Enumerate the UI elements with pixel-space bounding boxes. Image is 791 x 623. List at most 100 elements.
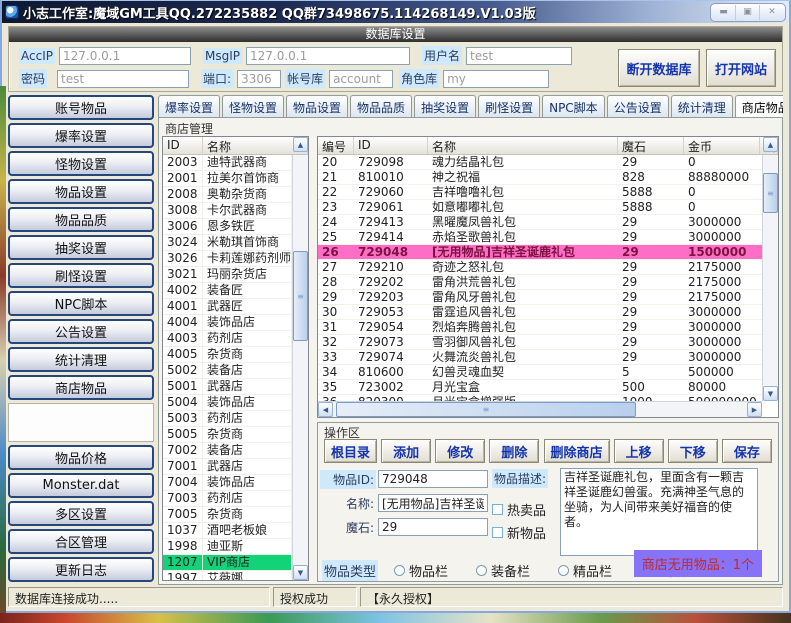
msgip-input[interactable] bbox=[246, 47, 410, 65]
scrollbar-thumb[interactable]: ≡ bbox=[293, 251, 308, 341]
scroll-down-icon[interactable]: ▼ bbox=[293, 565, 308, 580]
radio-option-1[interactable]: 物品栏 bbox=[394, 561, 448, 580]
table-row[interactable]: 5005杂货商 bbox=[163, 427, 292, 443]
account-db-input[interactable] bbox=[329, 70, 393, 88]
table-row[interactable]: 4005杂货商 bbox=[163, 347, 292, 363]
sidebar-item-2[interactable]: 爆率设置 bbox=[8, 123, 154, 148]
tab-7[interactable]: NPC脚本 bbox=[542, 95, 605, 117]
table-row[interactable]: 21810010神之祝福82888880000物品 bbox=[318, 170, 762, 185]
table-row[interactable]: 20729098魂力结晶礼包290物品 bbox=[318, 155, 762, 170]
password-input[interactable] bbox=[57, 70, 189, 88]
items-hscrollbar[interactable]: ◀ ≡ ▶ bbox=[318, 401, 762, 417]
op-button-5[interactable]: 删除商店 bbox=[544, 439, 610, 463]
scroll-up-icon[interactable]: ▲ bbox=[293, 137, 308, 152]
radio-icon[interactable] bbox=[394, 565, 405, 576]
tab-4[interactable]: 物品品质 bbox=[350, 95, 412, 117]
table-row[interactable]: 1997艾薇娜 bbox=[163, 571, 292, 580]
table-row[interactable]: 7004装饰品店 bbox=[163, 475, 292, 491]
tab-8[interactable]: 公告设置 bbox=[607, 95, 669, 117]
sidebar-item-10[interactable]: 统计清理 bbox=[8, 347, 154, 372]
radio-option-2[interactable]: 装备栏 bbox=[476, 561, 530, 580]
scrollbar-thumb[interactable]: ≡ bbox=[763, 173, 778, 213]
table-row[interactable]: 1037酒吧老板娘 bbox=[163, 523, 292, 539]
table-row[interactable]: 5001武器店 bbox=[163, 379, 292, 395]
table-row[interactable]: 29729203雷角风牙兽礼包292175000幻兽 bbox=[318, 290, 762, 305]
close-icon[interactable]: ✕ bbox=[760, 5, 784, 20]
table-row[interactable]: 24729413黑曜魔凤兽礼包293000000幻兽 bbox=[318, 215, 762, 230]
stone-input[interactable] bbox=[378, 518, 488, 536]
scroll-down-icon[interactable]: ▼ bbox=[763, 386, 778, 401]
item-id-input[interactable] bbox=[378, 470, 488, 488]
table-row[interactable]: 34810600幻兽灵魂血契5500000物品 bbox=[318, 365, 762, 380]
checkbox-icon[interactable] bbox=[492, 504, 503, 515]
sidebar-item-11[interactable]: 商店物品 bbox=[8, 375, 154, 400]
table-row[interactable]: 5004装饰品店 bbox=[163, 395, 292, 411]
radio-icon[interactable] bbox=[476, 565, 487, 576]
sidebar-item-7[interactable]: 刷怪设置 bbox=[8, 263, 154, 288]
maximize-icon[interactable]: ▣ bbox=[736, 5, 760, 20]
table-row[interactable]: 5002装备店 bbox=[163, 363, 292, 379]
sidebar-item-8[interactable]: NPC脚本 bbox=[8, 291, 154, 316]
new-item-checkbox[interactable]: 新物品 bbox=[492, 523, 560, 542]
checkbox-icon[interactable] bbox=[492, 527, 503, 538]
table-row[interactable]: 7001武器店 bbox=[163, 459, 292, 475]
table-row[interactable]: 2008奥勒杂货商 bbox=[163, 187, 292, 203]
table-row[interactable]: 35723002月光宝盒50080000物品 bbox=[318, 380, 762, 395]
table-row[interactable]: 3021玛丽杂货店 bbox=[163, 267, 292, 283]
op-button-6[interactable]: 上移 bbox=[614, 439, 664, 463]
sidebar-item-14[interactable]: 多区设置 bbox=[8, 501, 154, 526]
table-row[interactable]: 4002装备匠 bbox=[163, 283, 292, 299]
table-row[interactable]: 1207VIP商店 bbox=[163, 555, 292, 571]
tab-10[interactable]: 商店物品 bbox=[735, 95, 783, 117]
table-row[interactable]: 23729061如意嘟嘟礼包58880幻兽 bbox=[318, 200, 762, 215]
table-row[interactable]: 22729060吉祥噜噜礼包58880幻兽 bbox=[318, 185, 762, 200]
op-button-3[interactable]: 修改 bbox=[435, 439, 485, 463]
table-row[interactable]: 30729053雷霆追风兽礼包293000000幻兽 bbox=[318, 305, 762, 320]
minimize-icon[interactable]: ▬ bbox=[712, 5, 736, 20]
table-row[interactable]: 2003迪特武器商 bbox=[163, 155, 292, 171]
sidebar-item-12[interactable]: 物品价格 bbox=[8, 445, 154, 470]
table-row[interactable]: 7005杂货商 bbox=[163, 507, 292, 523]
op-button-1[interactable]: 根目录 bbox=[324, 439, 377, 463]
open-website-button[interactable]: 打开网站 bbox=[706, 49, 776, 87]
sidebar-item-1[interactable]: 账号物品 bbox=[8, 95, 154, 120]
shop-list-vscrollbar[interactable]: ▲ ≡ ▼ bbox=[292, 155, 308, 580]
table-row[interactable]: 7002装备店 bbox=[163, 443, 292, 459]
accip-input[interactable] bbox=[59, 47, 191, 65]
op-button-8[interactable]: 保存 bbox=[722, 439, 772, 463]
table-row[interactable]: 4001武器匠 bbox=[163, 299, 292, 315]
table-row[interactable]: 4003药剂店 bbox=[163, 331, 292, 347]
table-row[interactable]: 27729210奇迹之怒礼包292175000幻兽 bbox=[318, 260, 762, 275]
tab-2[interactable]: 怪物设置 bbox=[222, 95, 284, 117]
radio-icon[interactable] bbox=[558, 565, 569, 576]
sidebar-item-5[interactable]: 物品品质 bbox=[8, 207, 154, 232]
radio-option-3[interactable]: 精品栏 bbox=[558, 561, 612, 580]
scroll-left-icon[interactable]: ◀ bbox=[318, 402, 333, 417]
scrollbar-thumb[interactable]: ≡ bbox=[336, 402, 636, 417]
table-row[interactable]: 31729054烈焰奔腾兽礼包293000000幻兽 bbox=[318, 320, 762, 335]
sidebar-item-13[interactable]: Monster.dat bbox=[8, 473, 154, 498]
title-bar[interactable]: 小志工作室:魔域GM工具QQ.272235882 QQ群73498675.114… bbox=[2, 1, 789, 23]
disconnect-db-button[interactable]: 断开数据库 bbox=[618, 49, 700, 87]
op-button-4[interactable]: 删除 bbox=[489, 439, 539, 463]
table-row[interactable]: 32729073雪羽御风兽礼包293000000幻兽 bbox=[318, 335, 762, 350]
item-name-input[interactable] bbox=[378, 494, 488, 512]
scroll-right-icon[interactable]: ▶ bbox=[747, 402, 762, 417]
table-row[interactable]: 33729074火舞流炎兽礼包293000000幻兽 bbox=[318, 350, 762, 365]
table-row[interactable]: 3008卡尔武器商 bbox=[163, 203, 292, 219]
tab-1[interactable]: 爆率设置 bbox=[158, 95, 220, 117]
scroll-up-icon[interactable]: ▲ bbox=[763, 137, 778, 152]
table-row[interactable]: 1998迪亚斯 bbox=[163, 539, 292, 555]
sidebar-item-6[interactable]: 抽奖设置 bbox=[8, 235, 154, 260]
username-input[interactable] bbox=[466, 47, 572, 65]
tab-3[interactable]: 物品设置 bbox=[286, 95, 348, 117]
sidebar-item-16[interactable]: 更新日志 bbox=[8, 557, 154, 582]
sidebar-item-15[interactable]: 合区管理 bbox=[8, 529, 154, 554]
table-row[interactable]: 3024米勒琪首饰商 bbox=[163, 235, 292, 251]
table-row[interactable]: 2001拉美尔首饰商 bbox=[163, 171, 292, 187]
tab-9[interactable]: 统计清理 bbox=[671, 95, 733, 117]
table-row[interactable]: 25729414赤焰圣歌兽礼包293000000幻兽 bbox=[318, 230, 762, 245]
sidebar-item-4[interactable]: 物品设置 bbox=[8, 179, 154, 204]
items-vscrollbar[interactable]: ▲ ≡ ▼ bbox=[762, 155, 778, 401]
role-db-input[interactable] bbox=[443, 70, 549, 88]
